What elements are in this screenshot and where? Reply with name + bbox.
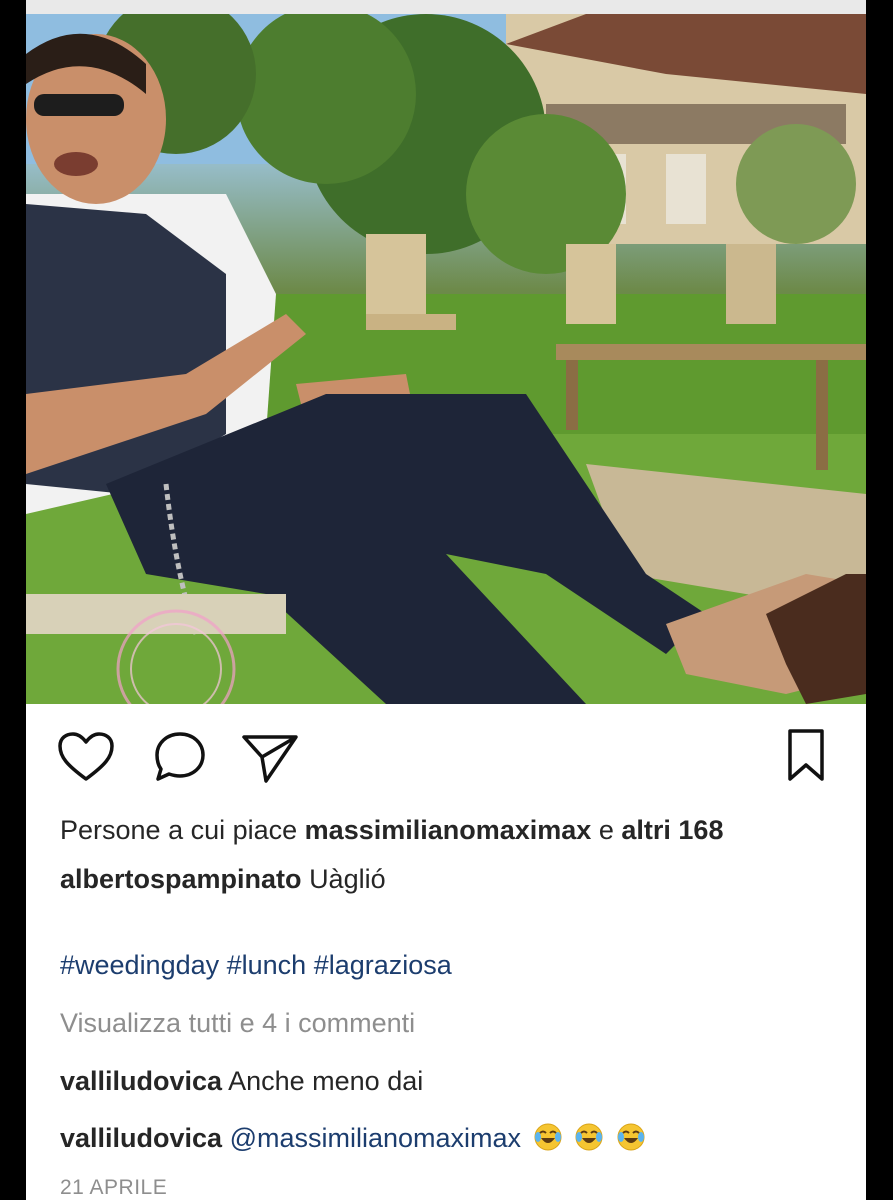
- comment-username[interactable]: valliludovica: [60, 1123, 222, 1153]
- comment-row: valliludovica @massimilianomaximax: [60, 1122, 646, 1154]
- action-bar: [26, 705, 866, 815]
- caption-text: Uàglió: [309, 864, 386, 894]
- photo-illustration: [26, 14, 866, 704]
- paper-plane-icon[interactable]: [240, 727, 300, 787]
- tears-of-joy-emoji: [575, 1123, 603, 1151]
- likes-connector: e: [598, 815, 614, 845]
- comment-text: Anche meno dai: [228, 1066, 424, 1096]
- status-strip: [26, 0, 866, 14]
- comment-username[interactable]: valliludovica: [60, 1066, 222, 1096]
- heart-icon[interactable]: [56, 727, 116, 787]
- liked-by-username[interactable]: massimilianomaximax: [305, 815, 592, 845]
- hashtags[interactable]: #weedingday #lunch #lagraziosa: [60, 950, 452, 981]
- author-username[interactable]: albertospampinato: [60, 864, 302, 894]
- view-all-comments-link[interactable]: Visualizza tutti e 4 i commenti: [60, 1008, 415, 1039]
- likes-prefix: Persone a cui piace: [60, 815, 298, 845]
- tears-of-joy-emoji: [617, 1123, 645, 1151]
- bookmark-icon[interactable]: [776, 725, 836, 785]
- caption: albertospampinato Uàglió: [60, 864, 386, 895]
- likes-line: Persone a cui piace massimilianomaximax …: [60, 815, 723, 846]
- tears-of-joy-emoji: [534, 1123, 562, 1151]
- post-photo[interactable]: [26, 14, 866, 704]
- comment-row: valliludovica Anche meno dai: [60, 1066, 423, 1097]
- post-date: 21 APRILE: [60, 1176, 168, 1199]
- instagram-post: Persone a cui piace massimilianomaximax …: [26, 0, 866, 1200]
- likes-others-link[interactable]: altri 168: [621, 815, 723, 845]
- comment-bubble-icon[interactable]: [150, 727, 210, 787]
- comment-mention[interactable]: @massimilianomaximax: [230, 1123, 521, 1153]
